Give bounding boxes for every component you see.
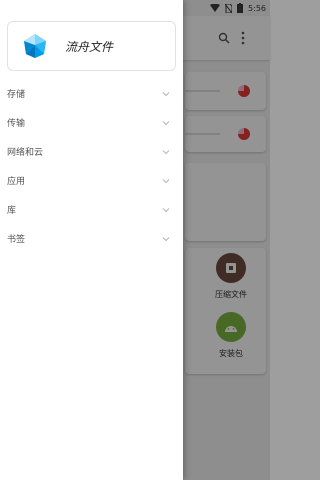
menu-item-apps[interactable]: 应用 (0, 166, 183, 195)
app-logo-icon (24, 34, 46, 58)
status-time: 5:56 (248, 3, 266, 13)
menu-item-label: 网络和云 (7, 148, 44, 158)
menu-item-label: 库 (7, 206, 17, 216)
wifi-icon (210, 4, 221, 12)
menu-item-network-cloud[interactable]: 网络和云 (0, 137, 183, 166)
menu-item-library[interactable]: 库 (0, 195, 183, 224)
menu-item-label: 应用 (7, 177, 26, 187)
menu-item-storage[interactable]: 存储 (0, 79, 183, 108)
chevron-down-icon (162, 91, 170, 96)
chevron-down-icon (162, 149, 170, 154)
drawer-header[interactable]: 流舟文件 (7, 21, 176, 71)
drawer-menu: 存储 传输 网络和云 应用 库 书签 (0, 79, 183, 253)
no-sim-icon (225, 3, 233, 13)
battery-icon (237, 3, 244, 13)
chevron-down-icon (162, 120, 170, 125)
menu-item-bookmarks[interactable]: 书签 (0, 224, 183, 253)
chevron-down-icon (162, 207, 170, 212)
app-title: 流舟文件 (65, 39, 114, 54)
menu-item-label: 传输 (7, 119, 26, 129)
menu-item-transfer[interactable]: 传输 (0, 108, 183, 137)
menu-item-label: 存储 (7, 90, 26, 100)
navigation-drawer: 流舟文件 存储 传输 网络和云 应用 库 书签 (0, 0, 183, 480)
chevron-down-icon (162, 236, 170, 241)
menu-item-label: 书签 (7, 235, 26, 245)
chevron-down-icon (162, 178, 170, 183)
status-bar: 5:56 (210, 0, 270, 16)
